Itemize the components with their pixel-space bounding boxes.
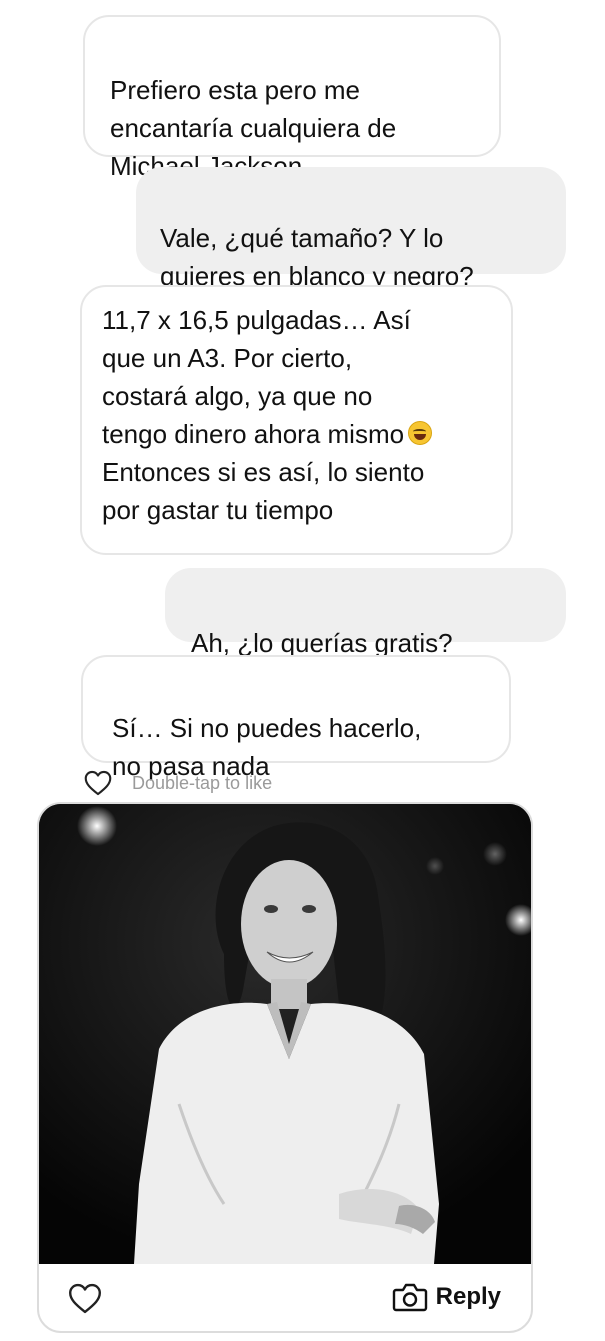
message-sent-1[interactable]: Vale, ¿qué tamaño? Y lo quieres en blanc… [136, 167, 566, 291]
reply-button[interactable]: Reply [392, 1280, 501, 1314]
post-photo[interactable] [39, 804, 531, 1264]
message-text: 11,7 x 16,5 pulgadas… Así que un A3. Por… [102, 305, 411, 449]
message-text: Vale, ¿qué tamaño? Y lo quieres en blanc… [160, 223, 474, 291]
camera-icon [392, 1283, 427, 1312]
shared-post-card[interactable]: Reply [37, 802, 533, 1333]
post-actions-bar: Reply [39, 1264, 531, 1331]
double-tap-hint: Double-tap to like [84, 768, 272, 798]
message-received-2[interactable]: 11,7 x 16,5 pulgadas… Así que un A3. Por… [80, 285, 513, 555]
heart-outline-icon[interactable] [68, 1283, 102, 1314]
message-received-3[interactable]: Sí… Si no puedes hacerlo, no pasa nada [81, 655, 511, 781]
grinning-sweat-emoji-icon [408, 421, 433, 445]
message-text: Prefiero esta pero me encantaría cualqui… [110, 75, 397, 181]
double-tap-hint-text: Double-tap to like [132, 772, 273, 793]
heart-outline-icon[interactable] [84, 770, 112, 796]
message-received-1[interactable]: Prefiero esta pero me encantaría cualqui… [83, 15, 501, 181]
message-text-continued: Entonces si es así, lo siento por gastar… [102, 457, 425, 525]
reply-label: Reply [435, 1283, 501, 1310]
message-text: Ah, ¿lo querías gratis? [191, 628, 453, 658]
message-sent-2[interactable]: Ah, ¿lo querías gratis? [165, 568, 566, 658]
